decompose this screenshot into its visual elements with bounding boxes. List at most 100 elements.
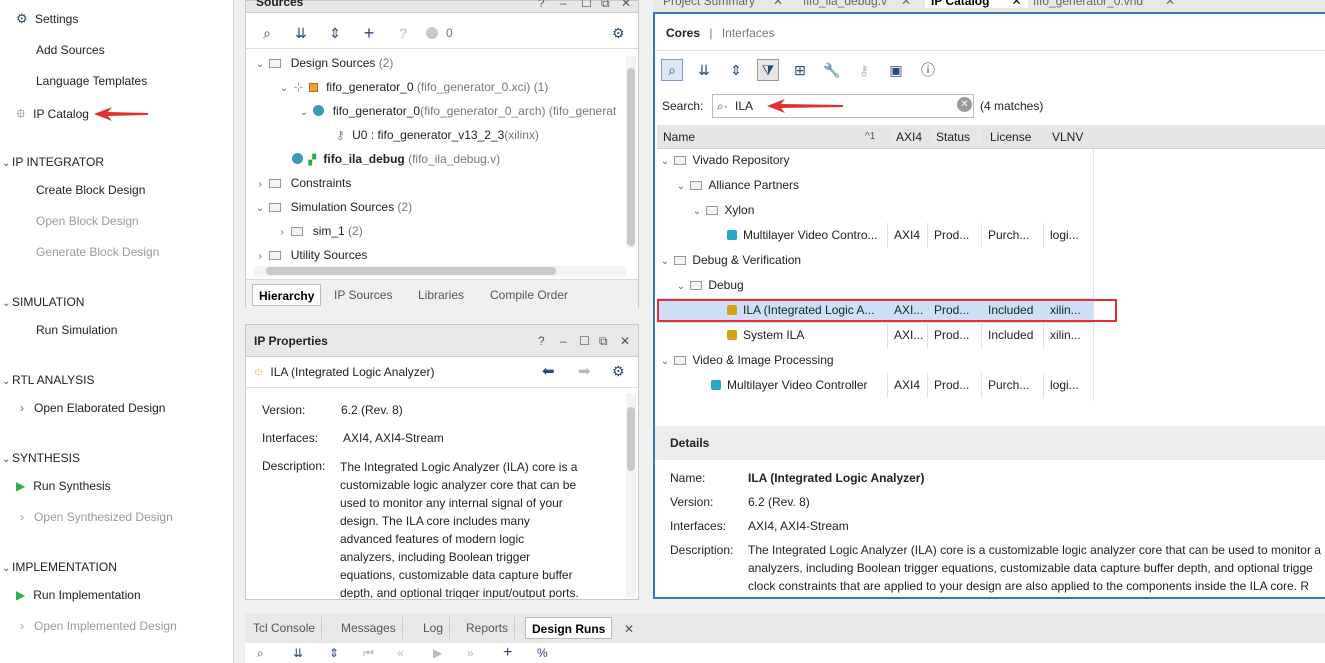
table-row[interactable]: System ILA AXI... Prod... Included xilin…: [657, 323, 1094, 348]
collapse-all-icon[interactable]: ⇊: [290, 22, 312, 44]
gear-icon[interactable]: ⚙: [612, 25, 625, 42]
subtab-interfaces[interactable]: Interfaces: [722, 26, 775, 40]
search-icon[interactable]: ⌕: [256, 22, 278, 44]
section-ip-integrator[interactable]: ⌄ IP INTEGRATOR: [2, 155, 104, 169]
tab-design-runs[interactable]: Design Runs: [525, 617, 613, 639]
column-vlnv[interactable]: VLNV: [1046, 125, 1094, 149]
tree-constraints[interactable]: › Constraints: [254, 173, 351, 193]
flow-item-open-implemented-design[interactable]: › Open Implemented Design: [20, 619, 177, 633]
question-icon[interactable]: ?: [392, 22, 414, 44]
close-icon[interactable]: ✕: [773, 0, 783, 8]
clear-search-icon[interactable]: ✕: [957, 97, 972, 112]
close-icon[interactable]: ✕: [624, 622, 634, 636]
float-icon[interactable]: ⧉: [599, 334, 608, 349]
close-icon[interactable]: ✕: [1165, 0, 1175, 8]
first-icon[interactable]: ⏮: [363, 646, 374, 661]
tab-compile-order[interactable]: Compile Order: [484, 284, 574, 306]
chip-icon[interactable]: ▣: [885, 59, 907, 81]
add-icon[interactable]: +: [358, 22, 380, 44]
expand-all-icon[interactable]: ⇕: [725, 59, 747, 81]
tab-ip-sources[interactable]: IP Sources: [328, 284, 398, 306]
flow-item-run-simulation[interactable]: Run Simulation: [36, 323, 117, 337]
help-icon[interactable]: ?: [538, 0, 545, 10]
section-synthesis[interactable]: ⌄ SYNTHESIS: [2, 451, 80, 465]
vertical-scrollbar[interactable]: [626, 56, 636, 248]
flow-item-generate-block-design[interactable]: Generate Block Design: [36, 245, 159, 259]
flow-item-open-synthesized-design[interactable]: › Open Synthesized Design: [20, 510, 173, 524]
section-rtl-analysis[interactable]: ⌄ RTL ANALYSIS: [2, 373, 94, 387]
column-status[interactable]: Status: [930, 125, 984, 149]
tab-log[interactable]: Log: [417, 617, 451, 639]
expand-all-icon[interactable]: ⇕: [324, 22, 346, 44]
tree-vivado-repository[interactable]: ⌄ Vivado Repository: [659, 150, 790, 170]
scroll-thumb[interactable]: [266, 267, 556, 275]
gear-icon[interactable]: ⚙: [612, 363, 625, 380]
group-icon[interactable]: ⊞: [789, 59, 811, 81]
previous-icon[interactable]: «: [397, 646, 404, 660]
flow-item-add-sources[interactable]: Add Sources: [36, 43, 105, 57]
tab-project-summary[interactable]: Project Summary ✕: [663, 0, 783, 8]
tree-video-image[interactable]: ⌄ Video & Image Processing: [659, 350, 834, 370]
vertical-scrollbar[interactable]: [626, 393, 636, 597]
section-implementation[interactable]: ⌄ IMPLEMENTATION: [2, 560, 117, 574]
tree-design-sources[interactable]: ⌄ Design Sources (2): [254, 53, 394, 73]
scroll-thumb[interactable]: [627, 407, 635, 471]
flow-item-open-block-design[interactable]: Open Block Design: [36, 214, 139, 228]
close-icon[interactable]: ✕: [901, 0, 911, 8]
column-name[interactable]: Name ^1: [657, 125, 890, 149]
tree-debug-verification[interactable]: ⌄ Debug & Verification: [659, 250, 801, 270]
flow-item-ip-catalog[interactable]: ⯐ IP Catalog: [16, 105, 89, 127]
flow-item-run-synthesis[interactable]: ▶ Run Synthesis: [16, 479, 111, 493]
horizontal-scrollbar[interactable]: [254, 266, 626, 276]
column-axi4[interactable]: AXI4: [890, 125, 930, 149]
key-icon[interactable]: ⚷: [853, 59, 875, 81]
info-icon[interactable]: ⓘ: [917, 59, 939, 81]
float-icon[interactable]: ⧉: [601, 0, 610, 11]
flow-item-run-implementation[interactable]: ▶ Run Implementation: [16, 588, 141, 602]
add-icon[interactable]: +: [503, 644, 512, 662]
close-icon[interactable]: ✕: [621, 0, 631, 10]
flow-item-language-templates[interactable]: Language Templates: [36, 74, 147, 88]
tab-fifo-generator-vhd[interactable]: fifo_generator_0.vhd ✕: [1033, 0, 1175, 8]
close-icon[interactable]: ✕: [620, 334, 630, 348]
table-row[interactable]: Multilayer Video Controller AXI4 Prod...…: [657, 373, 1094, 398]
forward-arrow-icon[interactable]: ➡: [578, 362, 591, 380]
tree-debug[interactable]: ⌄ Debug: [675, 275, 744, 295]
collapse-all-icon[interactable]: ⇊: [293, 646, 303, 660]
tab-libraries[interactable]: Libraries: [412, 284, 470, 306]
tab-ip-catalog[interactable]: IP Catalog ✕: [925, 0, 1028, 8]
expand-all-icon[interactable]: ⇕: [329, 646, 339, 660]
close-icon[interactable]: ✕: [1011, 0, 1021, 8]
tab-fifo-ila-debug[interactable]: fifo_ila_debug.v ✕: [803, 0, 911, 8]
search-icon[interactable]: ⌕: [661, 59, 683, 81]
back-arrow-icon[interactable]: ⬅: [542, 362, 555, 380]
tree-fifo-generator[interactable]: ⌄ ⊹ fifo_generator_0 (fifo_generator_0.x…: [278, 77, 548, 97]
filter-icon[interactable]: ⧩: [757, 59, 779, 81]
subtab-cores[interactable]: Cores: [666, 26, 700, 40]
minimize-icon[interactable]: –: [560, 334, 567, 348]
tree-utility-sources[interactable]: › Utility Sources: [254, 245, 367, 265]
flow-item-open-elaborated-design[interactable]: › Open Elaborated Design: [20, 401, 165, 415]
search-icon[interactable]: ⌕: [257, 646, 264, 661]
tab-reports[interactable]: Reports: [460, 617, 516, 639]
tree-fifo-ila-debug[interactable]: ▞ fifo_ila_debug (fifo_ila_debug.v): [292, 149, 500, 169]
column-license[interactable]: License: [984, 125, 1046, 149]
tree-alliance-partners[interactable]: ⌄ Alliance Partners: [675, 175, 799, 195]
tab-tcl-console[interactable]: Tcl Console: [247, 617, 323, 639]
maximize-icon[interactable]: ☐: [581, 0, 592, 10]
flow-item-create-block-design[interactable]: Create Block Design: [36, 183, 145, 197]
next-icon[interactable]: »: [467, 646, 474, 660]
search-input[interactable]: ⌕· ILA ✕: [712, 94, 974, 118]
maximize-icon[interactable]: ☐: [579, 334, 590, 348]
flow-item-settings[interactable]: ⚙ Settings: [16, 11, 78, 27]
tree-u0-instance[interactable]: ⚷ U0 : fifo_generator_v13_2_3(xilinx): [336, 125, 539, 145]
tree-sim-1[interactable]: › sim_1 (2): [276, 221, 362, 241]
scroll-thumb[interactable]: [627, 68, 635, 246]
percent-icon[interactable]: %: [537, 646, 548, 660]
table-row[interactable]: Multilayer Video Contro... AXI4 Prod... …: [657, 223, 1094, 248]
wrench-icon[interactable]: 🔧: [821, 59, 843, 81]
play-icon[interactable]: ▶: [433, 646, 442, 660]
tree-xylon[interactable]: ⌄ Xylon: [691, 200, 755, 220]
collapse-all-icon[interactable]: ⇊: [693, 59, 715, 81]
tab-messages[interactable]: Messages: [335, 617, 403, 639]
